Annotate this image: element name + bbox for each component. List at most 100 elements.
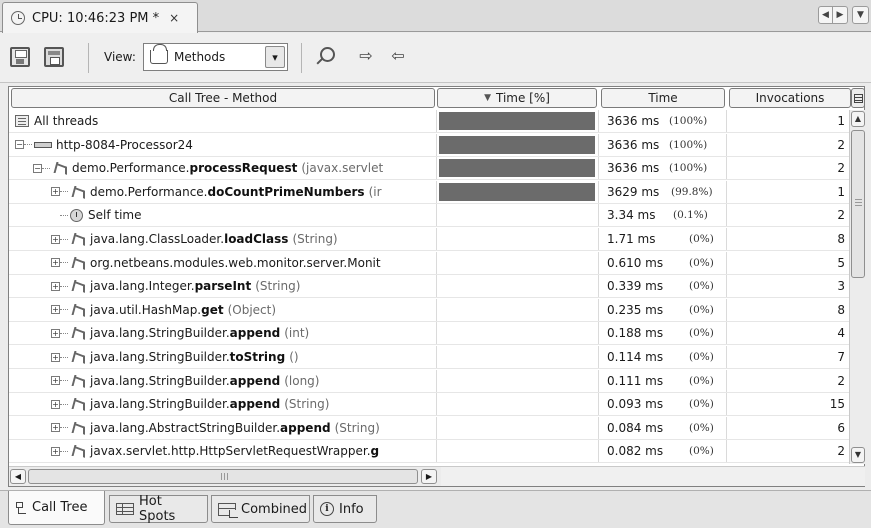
method-args: (Object) [227,302,277,317]
tab-call-tree[interactable]: Call Tree [8,491,105,525]
time-percent-cell [437,440,599,463]
horizontal-scrollbar[interactable]: ◀ ▶ [9,466,441,486]
scroll-left-button[interactable]: ◀ [10,469,26,484]
expand-node-icon[interactable]: + [51,187,60,197]
time-value: 0.111 ms [607,373,664,388]
find-icon[interactable] [314,47,336,69]
table-row[interactable]: + java.lang.AbstractStringBuilder. append(… [9,416,849,440]
tab-combined[interactable]: Combined [211,495,310,523]
cpu-snapshot-tab[interactable]: CPU: 10:46:23 PM * × [2,2,198,33]
self-time-icon [70,208,83,222]
scroll-tabs-left-button[interactable]: ◀ [818,6,833,24]
time-percent-cell [437,275,599,298]
method-args: (String) [284,397,330,412]
expand-node-icon[interactable]: + [51,352,60,362]
close-tab-icon[interactable]: × [169,11,179,25]
time-value: 0.093 ms [607,397,664,412]
expand-node-icon[interactable]: + [51,328,60,338]
time-percent-value: (0.1%) [673,209,708,222]
column-chooser-button[interactable] [851,88,865,108]
table-row[interactable]: + org.netbeans.modules.web.monitor.server… [9,251,849,275]
expand-node-icon[interactable]: + [51,305,60,315]
tab-hot-spots[interactable]: Hot Spots [109,494,208,524]
table-row[interactable]: + demo.Performance. doCountPrimeNumbers (ir… [9,180,849,204]
table-body: All threads 3636 ms (100%) 1 − http-8084-Proc… [9,110,849,464]
time-cell: 3636 ms (100%) [601,157,727,180]
scroll-up-button[interactable]: ▲ [851,111,865,127]
table-row[interactable]: + java.lang.StringBuilder. toString() 0.114… [9,346,849,369]
method-cell: Self time [9,204,437,227]
expand-node-icon[interactable]: + [51,234,60,244]
column-header-time-percent[interactable]: ▼ Time [%] [437,88,597,108]
chevron-down-icon[interactable]: ▾ [265,46,285,68]
table-row[interactable]: + java.lang.StringBuilder. append (int) 0.18… [9,322,849,346]
time-cell: 3.34 ms (0.1%) [601,204,727,227]
time-percent-cell [437,298,599,321]
column-header-method[interactable]: Call Tree - Method [11,88,435,108]
scroll-right-button[interactable]: ▶ [421,469,437,484]
method-args: (int) [284,326,310,341]
horizontal-scroll-thumb[interactable] [28,469,418,484]
table-row[interactable]: + java.util.HashMap. get (Object) 0.235 ms (0… [9,298,849,322]
table-row[interactable]: + java.lang.ClassLoader. loadClass (String)… [9,228,849,251]
tab-hot-spots-label: Hot Spots [139,494,176,524]
method-prefix: javax.servlet.http.HttpServletRequestWra… [90,444,371,459]
invocations-cell: 3 [837,279,845,294]
time-percent-value: (0%) [689,256,714,269]
save-as-icon[interactable] [44,47,64,67]
scroll-down-button[interactable]: ▼ [851,447,865,463]
column-header-invocations[interactable]: Invocations [729,88,851,108]
time-percent-cell [437,369,599,392]
table-row[interactable]: Self time 3.34 ms (0.1%) 2 [9,204,849,228]
tab-list-dropdown-button[interactable]: ▼ [852,6,869,24]
save-snapshot-icon[interactable] [10,47,30,67]
collapse-node-icon[interactable]: − [33,163,42,173]
vertical-scroll-thumb[interactable] [851,130,865,278]
expand-node-icon[interactable]: + [51,399,60,409]
table-row[interactable]: − http-8084-Processor24 3636 ms (100%) 2 [9,133,849,157]
method-cell: + demo.Performance. doCountPrimeNumbers (ir [9,180,437,203]
scroll-tabs-right-button[interactable]: ▶ [833,6,848,24]
table-row[interactable]: + javax.servlet.http.HttpServletRequestWr… [9,440,849,464]
view-select[interactable]: Methods ▾ [143,43,288,71]
table-row[interactable]: All threads 3636 ms (100%) 1 [9,110,849,133]
time-value: 0.188 ms [607,326,664,341]
method-icon [71,445,85,457]
time-percent-bar [439,135,595,154]
tab-call-tree-label: Call Tree [32,500,88,515]
toolbar-separator [88,43,89,73]
time-cell: 0.111 ms (0%) [601,369,727,392]
time-percent-cell [437,157,599,180]
view-label: View: [104,50,136,64]
time-percent-bar [439,112,595,130]
table-row[interactable]: + java.lang.Integer. parseInt (String) 0.339… [9,275,849,299]
method-cell: + java.lang.StringBuilder. append (long) [9,369,437,392]
invocations-cell: 5 [837,255,845,270]
time-percent-bar [439,182,595,201]
column-header-time[interactable]: Time [601,88,725,108]
tree-connector [60,309,68,311]
expand-node-icon[interactable]: + [51,423,60,433]
tab-info[interactable]: i Info [313,495,377,523]
collapse-node-icon[interactable]: − [15,140,24,150]
table-row[interactable]: + java.lang.StringBuilder. append (long) 0.1… [9,369,849,393]
expand-node-icon[interactable]: + [51,376,60,386]
tree-connector [60,356,68,358]
time-percent-cell [437,180,599,203]
expand-node-icon[interactable]: + [51,258,60,268]
time-percent-value: (99.8%) [671,185,713,198]
view-tabs: Call Tree Hot Spots Combined i Info [0,490,871,528]
expand-node-icon[interactable]: + [51,281,60,291]
table-row[interactable]: + java.lang.StringBuilder. append (String) 0… [9,393,849,417]
time-cell: 0.082 ms (0%) [601,440,727,463]
profiler-toolbar: View: Methods ▾ ⇨ ⇦ [0,33,871,83]
expand-node-icon[interactable]: + [51,446,60,456]
find-next-icon[interactable]: ⇨ [354,46,378,66]
time-value: 0.082 ms [607,444,664,459]
find-previous-icon[interactable]: ⇦ [386,46,410,66]
table-row[interactable]: − demo.Performance. processRequest (javax.s… [9,157,849,181]
table-header: Call Tree - Method ▼ Time [%] Time Invoc… [9,87,866,109]
method-prefix: java.lang.StringBuilder. [90,397,230,412]
method-args: (javax.servlet [301,161,384,176]
vertical-scrollbar[interactable]: ▲ ▼ [849,110,865,464]
